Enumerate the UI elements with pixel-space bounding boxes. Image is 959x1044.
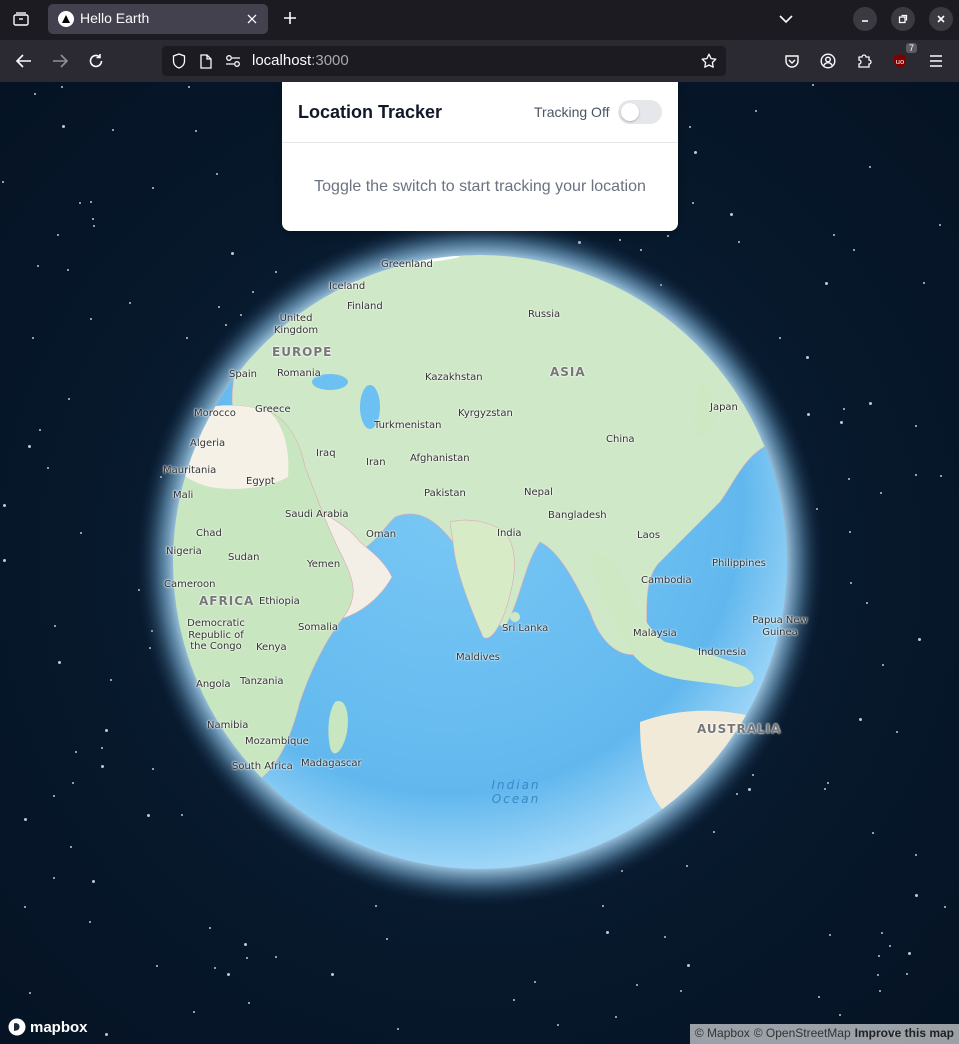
map-label: Mali	[173, 490, 194, 501]
url-text[interactable]: localhost:3000	[252, 52, 349, 69]
map-label: Pakistan	[424, 488, 466, 499]
map-label-continent: ASIA	[550, 365, 586, 379]
map-label: China	[606, 434, 635, 445]
restore-button[interactable]	[891, 7, 915, 31]
permissions-icon[interactable]	[224, 52, 242, 70]
map-label: Iraq	[316, 448, 336, 459]
map-label: Somalia	[298, 622, 339, 633]
map-label: Madagascar	[301, 758, 362, 769]
tab-bar: Hello Earth	[0, 0, 959, 40]
navigation-bar: localhost:3000 uo 7	[0, 40, 959, 82]
map-label: Kenya	[256, 642, 287, 653]
map-label: Yemen	[307, 559, 341, 570]
map-label: Tanzania	[240, 676, 284, 687]
panel-message: Toggle the switch to start tracking your…	[314, 178, 646, 195]
map-label: Indonesia	[698, 647, 747, 658]
map-label: Sudan	[228, 552, 260, 563]
location-tracker-panel: Location Tracker Tracking Off Toggle the…	[282, 82, 678, 231]
map-label: Iran	[366, 457, 386, 468]
map-label: Turkmenistan	[374, 420, 442, 431]
map-label: Maldives	[456, 652, 500, 663]
map-label: Saudi Arabia	[285, 509, 349, 520]
extensions-puzzle-icon[interactable]	[852, 49, 876, 73]
map-label: United Kingdom	[273, 313, 319, 336]
mapbox-logo[interactable]: mapbox	[8, 1018, 88, 1036]
forward-arrow-icon[interactable]	[48, 49, 72, 73]
mapbox-logo-icon	[8, 1018, 26, 1036]
map-label: Philippines	[712, 558, 766, 569]
map-label-ocean: Indian Ocean	[491, 778, 541, 806]
map-label: Greece	[255, 404, 291, 415]
minimize-button[interactable]	[853, 7, 877, 31]
close-window-button[interactable]	[929, 7, 953, 31]
map-label: South Africa	[232, 761, 293, 772]
page-icon[interactable]	[197, 52, 215, 70]
panel-title: Location Tracker	[298, 102, 443, 122]
map-label-continent: AUSTRALIA	[697, 722, 782, 736]
map-label: Namibia	[207, 720, 249, 731]
attribution-osm-link[interactable]: © OpenStreetMap	[754, 1026, 851, 1042]
reload-icon[interactable]	[84, 49, 108, 73]
close-tab-icon[interactable]	[244, 11, 260, 27]
map-label: Oman	[366, 529, 397, 540]
map-label: Cameroon	[164, 579, 216, 590]
map-label: Mozambique	[245, 736, 309, 747]
map-label: Kazakhstan	[425, 372, 483, 383]
map-label: Egypt	[246, 476, 275, 487]
map-label: Finland	[347, 301, 383, 312]
map-label: Iceland	[329, 281, 366, 292]
map-label: India	[497, 528, 522, 539]
map-label: Japan	[710, 402, 738, 413]
map-label: Afghanistan	[410, 453, 470, 464]
map-label: Romania	[277, 368, 321, 379]
svg-text:uo: uo	[896, 58, 905, 66]
shield-icon[interactable]	[170, 52, 188, 70]
extension-badge: 7	[905, 43, 917, 53]
map-label: Laos	[637, 530, 661, 541]
attribution-mapbox-link[interactable]: © Mapbox	[695, 1026, 750, 1042]
map-label: Angola	[196, 679, 231, 690]
map-label: Nigeria	[166, 546, 202, 557]
improve-map-link[interactable]: Improve this map	[855, 1026, 954, 1042]
mapbox-wordmark: mapbox	[30, 1018, 88, 1036]
map-label: Malaysia	[633, 628, 677, 639]
tab-title: Hello Earth	[80, 10, 150, 26]
map-label: Kyrgyzstan	[458, 408, 513, 419]
map-label: Spain	[229, 369, 257, 380]
new-tab-icon[interactable]	[280, 8, 300, 28]
browser-tab[interactable]: Hello Earth	[48, 4, 268, 34]
panel-header: Location Tracker Tracking Off	[282, 82, 678, 143]
account-icon[interactable]	[816, 49, 840, 73]
map-label: Sri Lanka	[502, 623, 549, 634]
ublock-origin-icon[interactable]: uo 7	[888, 43, 917, 73]
pocket-icon[interactable]	[780, 49, 804, 73]
map-attribution: © Mapbox © OpenStreetMap Improve this ma…	[689, 1024, 959, 1044]
bookmark-star-icon[interactable]	[700, 52, 718, 70]
map-canvas[interactable]: Greenland Iceland Finland Russia United …	[0, 82, 959, 1044]
toggle-knob	[621, 103, 639, 121]
map-label-continent: EUROPE	[272, 345, 333, 359]
map-label: Democratic Republic of the Congo	[187, 618, 245, 652]
map-label: Chad	[196, 528, 222, 539]
map-label-continent: AFRICA	[199, 594, 255, 608]
map-label: Nepal	[524, 487, 553, 498]
map-label: Russia	[528, 309, 561, 320]
map-label: Algeria	[190, 438, 226, 449]
back-arrow-icon[interactable]	[12, 49, 36, 73]
map-label: Ethiopia	[259, 596, 300, 607]
map-label: Mauritania	[163, 465, 217, 476]
map-label: Morocco	[194, 408, 236, 419]
map-label: Bangladesh	[548, 510, 607, 521]
nextjs-favicon-icon	[58, 11, 74, 27]
url-bar[interactable]: localhost:3000	[162, 46, 726, 76]
hamburger-menu-icon[interactable]	[924, 49, 948, 73]
map-label: Greenland	[381, 259, 433, 270]
tracking-status-label: Tracking Off	[534, 104, 610, 120]
tab-list-icon[interactable]	[8, 6, 34, 32]
map-label: Papua New Guinea	[752, 615, 808, 638]
chevron-down-icon[interactable]	[774, 7, 798, 31]
tracking-toggle[interactable]	[618, 100, 662, 124]
map-label: Cambodia	[641, 575, 692, 586]
